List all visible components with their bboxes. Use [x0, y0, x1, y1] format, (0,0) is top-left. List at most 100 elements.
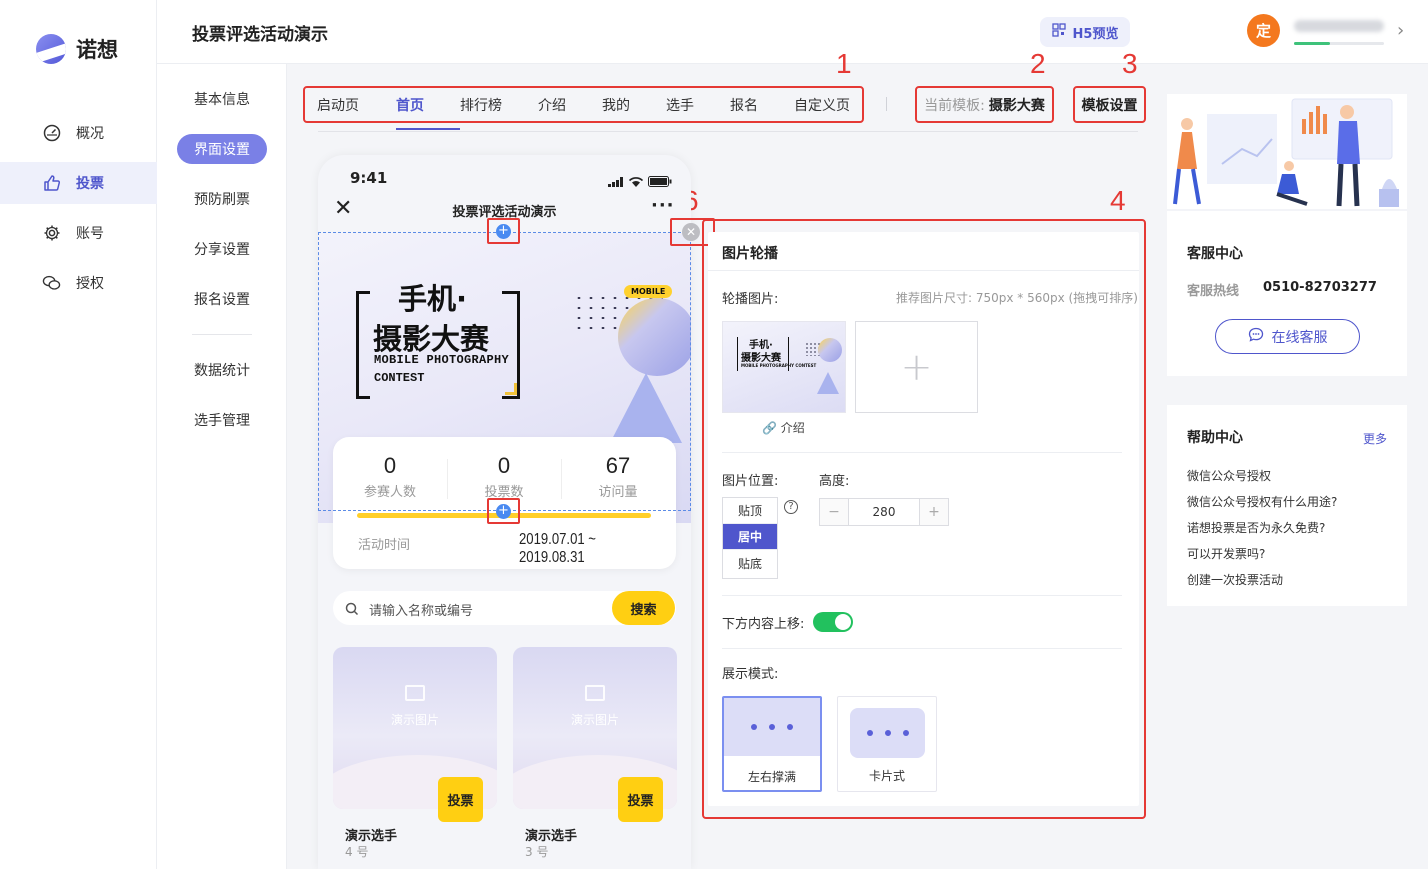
- shift-content-toggle[interactable]: [813, 612, 853, 632]
- help-article-link[interactable]: 诺想投票是否为永久免费?: [1187, 519, 1325, 536]
- mode-label: 左右撑满: [747, 770, 796, 784]
- current-template[interactable]: 当前模板: 摄影大赛: [915, 86, 1054, 123]
- thumbnail-link[interactable]: 🔗 介绍: [762, 419, 805, 436]
- height-stepper[interactable]: − 280 +: [819, 498, 949, 526]
- logo-mark-icon: [36, 34, 66, 64]
- image-placeholder-icon: [585, 685, 605, 701]
- main-sidebar: 诺想 概况 投票 账号 授权: [0, 0, 157, 869]
- mode-full-width-option[interactable]: 左右撑满: [722, 696, 822, 792]
- height-value[interactable]: 280: [848, 499, 920, 525]
- player-name: 演示选手: [345, 829, 398, 844]
- thumbnail-link-label: 介绍: [780, 421, 805, 435]
- subnav-player-management[interactable]: 选手管理: [177, 405, 267, 435]
- vote-button[interactable]: 投票: [438, 777, 483, 822]
- tab-ranking[interactable]: 排行榜: [460, 88, 538, 121]
- thumb-subtitle: MOBILE PHOTOGRAPHY CONTEST: [741, 363, 817, 368]
- mode-preview: [724, 698, 820, 756]
- image-size-hint: 推荐图片尺寸: 750px * 560px (拖拽可排序): [896, 291, 1138, 305]
- position-top-option[interactable]: 贴顶: [723, 498, 777, 524]
- tab-intro[interactable]: 介绍: [538, 88, 602, 121]
- customer-service-card: 客服中心 客服热线 0510-82703277 在线客服: [1167, 94, 1407, 376]
- help-question-icon[interactable]: ?: [784, 500, 798, 514]
- tab-players[interactable]: 选手: [666, 88, 730, 121]
- help-more-link[interactable]: 更多: [1363, 430, 1387, 447]
- add-image-button[interactable]: +: [855, 321, 978, 413]
- help-article-link[interactable]: 微信公众号授权有什么用途?: [1187, 493, 1337, 510]
- settings-subnav: 基本信息 界面设置 预防刷票 分享设置 报名设置 数据统计 选手管理: [157, 64, 287, 869]
- subnav-anti-fraud[interactable]: 预防刷票: [177, 184, 267, 214]
- mode-label: 卡片式: [868, 769, 905, 783]
- insert-below-button[interactable]: +: [487, 498, 520, 524]
- sidebar-item-vote[interactable]: 投票: [0, 162, 157, 204]
- wifi-icon: [628, 172, 644, 191]
- subnav-ui-settings[interactable]: 界面设置: [177, 134, 267, 164]
- player-number: 3 号: [525, 845, 549, 859]
- subnav-share-settings[interactable]: 分享设置: [177, 234, 267, 264]
- subnav-basic-info[interactable]: 基本信息: [177, 84, 267, 114]
- help-article-link[interactable]: 可以开发票吗?: [1187, 545, 1265, 562]
- tab-launch-page[interactable]: 启动页: [317, 88, 396, 121]
- selected-module-outline[interactable]: [318, 232, 691, 511]
- display-mode-label: 展示模式:: [722, 667, 779, 682]
- subnav-data-stats[interactable]: 数据统计: [177, 355, 267, 385]
- image-position-label: 图片位置:: [722, 474, 779, 489]
- subnav-signup-settings[interactable]: 报名设置: [177, 284, 267, 314]
- help-article-link[interactable]: 微信公众号授权: [1187, 467, 1271, 484]
- template-settings-button[interactable]: 模板设置: [1073, 86, 1146, 123]
- player-card[interactable]: 演示图片 投票 演示选手 3 号: [513, 647, 677, 869]
- divider: [192, 334, 252, 335]
- callout-number: 4: [1110, 185, 1126, 216]
- activity-time-label: 活动时间: [358, 538, 411, 553]
- gear-icon: [42, 224, 61, 243]
- height-label: 高度:: [819, 474, 850, 489]
- tab-custom-page[interactable]: 自定义页: [794, 88, 850, 121]
- customer-service-title: 客服中心: [1187, 246, 1243, 262]
- insert-above-button[interactable]: +: [487, 218, 520, 244]
- battery-icon: [648, 172, 672, 191]
- divider: [886, 97, 887, 111]
- h5-preview-button[interactable]: H5预览: [1040, 17, 1130, 47]
- mode-preview: [850, 708, 925, 758]
- carousel-image-thumbnail[interactable]: 手机· 摄影大赛 MOBILE PHOTOGRAPHY CONTEST: [722, 321, 846, 413]
- delete-module-close-icon[interactable]: ✕: [682, 223, 700, 241]
- help-center-title: 帮助中心: [1187, 430, 1243, 446]
- position-center-option[interactable]: 居中: [723, 524, 777, 550]
- search-button[interactable]: 搜索: [612, 591, 675, 625]
- online-service-label: 在线客服: [1271, 329, 1328, 346]
- more-icon[interactable]: ···: [651, 195, 675, 216]
- plus-icon: +: [496, 503, 511, 519]
- account-name-blurred: [1294, 20, 1384, 32]
- tab-mine[interactable]: 我的: [602, 88, 666, 121]
- tab-signup[interactable]: 报名: [730, 88, 794, 121]
- player-card[interactable]: 演示图片 投票 演示选手 4 号: [333, 647, 497, 869]
- tab-home[interactable]: 首页: [396, 88, 460, 130]
- brand-logo[interactable]: 诺想: [36, 34, 118, 64]
- plus-icon: +: [496, 223, 511, 239]
- carousel-images-label: 轮播图片:: [722, 292, 779, 307]
- mode-card-option[interactable]: 卡片式: [837, 696, 937, 792]
- page-tabs: 启动页 首页 排行榜 介绍 我的 选手 报名 自定义页: [303, 86, 864, 130]
- avatar[interactable]: 定: [1247, 14, 1280, 47]
- callout-number: 3: [1122, 48, 1138, 79]
- player-number: 4 号: [345, 845, 369, 859]
- panel-title: 图片轮播: [722, 246, 778, 262]
- vote-button[interactable]: 投票: [618, 777, 663, 822]
- hotline-label: 客服热线: [1187, 284, 1240, 299]
- online-service-button[interactable]: 在线客服: [1215, 319, 1360, 354]
- increment-button[interactable]: +: [920, 499, 948, 525]
- image-position-options: 贴顶 居中 贴底: [722, 497, 778, 579]
- callout-number: 2: [1030, 48, 1046, 79]
- sidebar-item-account[interactable]: 账号: [0, 212, 157, 254]
- chevron-right-icon[interactable]: ›: [1397, 20, 1404, 41]
- shift-content-label: 下方内容上移:: [722, 617, 805, 632]
- position-bottom-option[interactable]: 贴底: [723, 550, 777, 576]
- chat-icon: [1248, 327, 1264, 346]
- sidebar-item-authorize[interactable]: 授权: [0, 262, 157, 304]
- h5-preview-label: H5预览: [1072, 26, 1119, 42]
- page-title: 投票评选活动演示: [192, 25, 328, 45]
- top-header: 投票评选活动演示 H5预览 定 ›: [157, 0, 1428, 64]
- help-article-link[interactable]: 创建一次投票活动: [1187, 571, 1283, 588]
- decrement-button[interactable]: −: [820, 499, 848, 525]
- sidebar-item-overview[interactable]: 概况: [0, 112, 157, 154]
- thumb-title-line2: 摄影大赛: [741, 353, 781, 364]
